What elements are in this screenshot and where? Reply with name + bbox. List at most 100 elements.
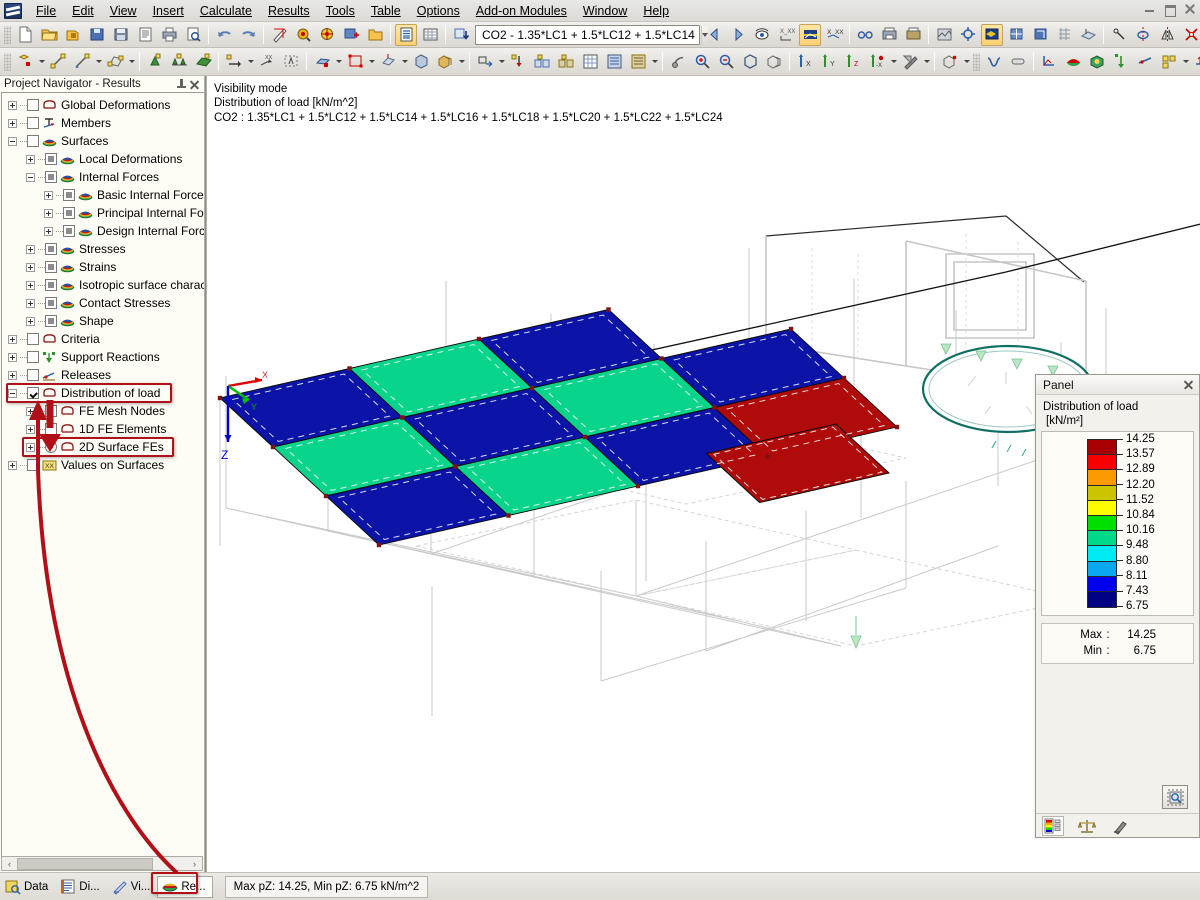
model-viewport[interactable]: Visibility mode Distribution of load [kN… — [205, 76, 1200, 872]
partial-view-icon[interactable] — [1005, 24, 1027, 46]
restore-icon[interactable] — [1163, 2, 1176, 17]
checkbox[interactable] — [27, 387, 39, 399]
view-cube-icon[interactable] — [763, 51, 785, 73]
tree-item-contact-stresses[interactable]: Contact Stresses — [2, 294, 204, 312]
factors-scales-tab[interactable] — [1076, 816, 1098, 836]
rendering-icon[interactable] — [933, 24, 955, 46]
checkbox[interactable] — [27, 135, 39, 147]
zoom-selection-icon[interactable] — [340, 24, 362, 46]
toolbar-grip[interactable] — [4, 25, 11, 44]
checkbox[interactable] — [45, 243, 57, 255]
toolbar-grip[interactable] — [4, 52, 11, 71]
expand-icon[interactable] — [8, 100, 17, 110]
print-icon[interactable] — [158, 24, 180, 46]
checkbox[interactable] — [27, 99, 39, 111]
previous-case-icon[interactable] — [703, 24, 725, 46]
print-preview-icon[interactable] — [182, 24, 204, 46]
solid-view-icon[interactable] — [410, 51, 432, 73]
new-line-support-icon[interactable] — [168, 51, 190, 73]
table-grid-icon[interactable] — [419, 24, 441, 46]
new-member-icon[interactable] — [71, 51, 93, 73]
new-node-icon[interactable] — [14, 51, 36, 73]
member-internal-forces-icon[interactable] — [1038, 51, 1060, 73]
tree-item-surfaces[interactable]: Surfaces — [2, 132, 204, 150]
copy-object-icon[interactable] — [311, 51, 333, 73]
new-surface-dropdown-icon[interactable] — [127, 51, 136, 73]
tree-item-releases[interactable]: Releases — [2, 366, 204, 384]
select-all-icon[interactable] — [344, 51, 366, 73]
menu-view[interactable]: View — [102, 1, 145, 21]
solid-results-icon[interactable] — [1086, 51, 1108, 73]
edit-graphics-icon[interactable] — [268, 24, 290, 46]
next-case-icon[interactable] — [727, 24, 749, 46]
checkbox[interactable] — [45, 315, 57, 327]
perspective-icon[interactable] — [939, 51, 961, 73]
view-negative-x-icon[interactable]: -X — [866, 51, 888, 73]
tree-item-basic-internal-forces[interactable]: Basic Internal Forces — [2, 186, 204, 204]
member-results-icon[interactable] — [1007, 51, 1029, 73]
expand-icon[interactable] — [8, 370, 17, 380]
checkbox[interactable] — [27, 351, 39, 363]
close-icon[interactable] — [1183, 2, 1196, 15]
release-results-icon[interactable] — [1134, 51, 1156, 73]
new-line-icon[interactable] — [47, 51, 69, 73]
work-plane-icon[interactable] — [1077, 24, 1099, 46]
expand-icon[interactable] — [26, 262, 35, 272]
menu-window[interactable]: Window — [575, 1, 635, 21]
move-dropdown-icon[interactable] — [497, 51, 506, 73]
expand-icon[interactable] — [26, 298, 35, 308]
checkbox[interactable] — [45, 279, 57, 291]
expand-icon[interactable] — [26, 442, 35, 452]
report-icon[interactable] — [134, 24, 156, 46]
partial-view2-icon[interactable] — [1029, 24, 1051, 46]
result-sections-icon[interactable] — [1158, 51, 1180, 73]
view-y-icon[interactable]: Y — [818, 51, 840, 73]
color-scale-box[interactable]: 14.25 13.57 12.89 12.20 11.52 10.84 10.16 9.48 8… — [1041, 431, 1194, 617]
checkbox[interactable] — [45, 153, 57, 165]
expand-icon[interactable] — [8, 118, 17, 128]
navigator-tree-container[interactable]: Global Deformations Members Surfaces Local … — [1, 92, 204, 856]
display-properties-tab[interactable] — [1110, 816, 1132, 836]
tree-item-values-on-surfaces[interactable]: XX Values on Surfaces — [2, 456, 204, 474]
menu-help[interactable]: Help — [635, 1, 677, 21]
expand-icon[interactable] — [26, 244, 35, 254]
menu-file[interactable]: File — [28, 1, 64, 21]
scroll-left-icon[interactable]: ‹ — [2, 857, 17, 870]
mirror-icon[interactable] — [1156, 24, 1178, 46]
menu-insert[interactable]: Insert — [145, 1, 192, 21]
new-window-icon[interactable] — [364, 24, 386, 46]
snap-settings-icon[interactable] — [957, 24, 979, 46]
zoom-fit-icon[interactable] — [739, 51, 761, 73]
zoom-in-icon[interactable] — [691, 51, 713, 73]
printout-report-icon[interactable] — [878, 24, 900, 46]
show-tables-icon[interactable] — [395, 23, 417, 46]
tree-item-members[interactable]: Members — [2, 114, 204, 132]
load-combination-icon[interactable] — [531, 51, 553, 73]
scroll-right-icon[interactable]: › — [187, 857, 202, 870]
tree-item-principal-internal-forces[interactable]: Principal Internal Forces — [2, 204, 204, 222]
menu-calculate[interactable]: Calculate — [192, 1, 260, 21]
results-on-members-icon[interactable] — [1191, 51, 1200, 73]
load-combination2-icon[interactable] — [555, 51, 577, 73]
tree-item-internal-forces[interactable]: Internal Forces — [2, 168, 204, 186]
menu-edit[interactable]: Edit — [64, 1, 102, 21]
printout-report2-icon[interactable] — [902, 24, 924, 46]
result-combination-icon[interactable] — [579, 51, 601, 73]
view-z-icon[interactable]: Z — [842, 51, 864, 73]
new-nodal-support-icon[interactable] — [144, 51, 166, 73]
expand-icon[interactable] — [8, 352, 17, 362]
panel-close-icon[interactable] — [1182, 378, 1195, 391]
rotate-icon[interactable] — [1132, 24, 1154, 46]
checkbox[interactable] — [63, 189, 75, 201]
mouse-pan-icon[interactable] — [667, 51, 689, 73]
surface-results-icon[interactable] — [1062, 51, 1084, 73]
menu-results[interactable]: Results — [260, 1, 318, 21]
calculate-all-icon[interactable] — [627, 51, 649, 73]
tree-item-stresses[interactable]: Stresses — [2, 240, 204, 258]
expand-icon[interactable] — [26, 424, 35, 434]
tree-item-shape[interactable]: Shape — [2, 312, 204, 330]
redo-icon[interactable] — [237, 24, 259, 46]
model-rotate-icon[interactable] — [377, 51, 399, 73]
support-reactions-icon[interactable] — [1110, 51, 1132, 73]
load-wizard-icon[interactable] — [507, 51, 529, 73]
